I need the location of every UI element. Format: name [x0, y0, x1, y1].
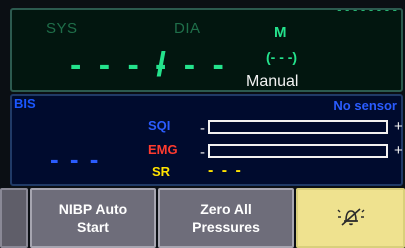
dia-label: DIA [174, 20, 201, 37]
nibp-auto-start-line1: NIBP Auto [58, 201, 128, 217]
sqi-label: SQI [148, 118, 171, 133]
bis-panel: BIS No sensor - - - SQI - + EMG - + SR -… [10, 94, 403, 186]
bottom-action-bar: NIBP Auto Start Zero All Pressures [0, 188, 405, 248]
sys-label: SYS [46, 20, 78, 37]
bis-label: BIS [14, 96, 36, 111]
sensor-status: No sensor [333, 98, 397, 113]
systolic-dashes: - - - [70, 46, 143, 84]
emg-minus: - [200, 144, 205, 161]
mean-value: (- - -) [266, 49, 298, 65]
nibp-top-right-readout: - - - - - - - - [337, 2, 397, 17]
sqi-minus: - [200, 120, 205, 137]
diastolic-value: - - - [155, 46, 228, 85]
sr-value: - - - [208, 162, 243, 179]
nibp-auto-start-button[interactable]: NIBP Auto Start [30, 188, 156, 248]
emg-bar [208, 144, 388, 158]
diastolic-dashes: - - - [155, 46, 228, 84]
nibp-auto-start-line2: Start [77, 219, 109, 235]
zero-all-pressures-line1: Zero All [200, 201, 252, 217]
zero-all-pressures-button[interactable]: Zero All Pressures [158, 188, 294, 248]
emg-plus: + [394, 142, 403, 159]
sqi-bar [208, 120, 388, 134]
monitor-screen: - - - - - - - - SYS DIA M (- - -) - - - … [0, 0, 405, 248]
alarm-silence-button[interactable] [296, 188, 405, 248]
emg-label: EMG [148, 142, 178, 157]
nibp-mode: Manual [246, 73, 299, 90]
zero-all-pressures-line2: Pressures [192, 219, 260, 235]
sr-label: SR [152, 164, 171, 179]
alarm-silence-icon [336, 205, 366, 231]
mean-label: M [274, 24, 287, 41]
bis-value: - - - [50, 144, 101, 174]
nibp-panel: - - - - - - - - SYS DIA M (- - -) - - - … [10, 2, 403, 92]
left-edge-button[interactable] [0, 188, 28, 248]
sqi-plus: + [394, 118, 403, 135]
